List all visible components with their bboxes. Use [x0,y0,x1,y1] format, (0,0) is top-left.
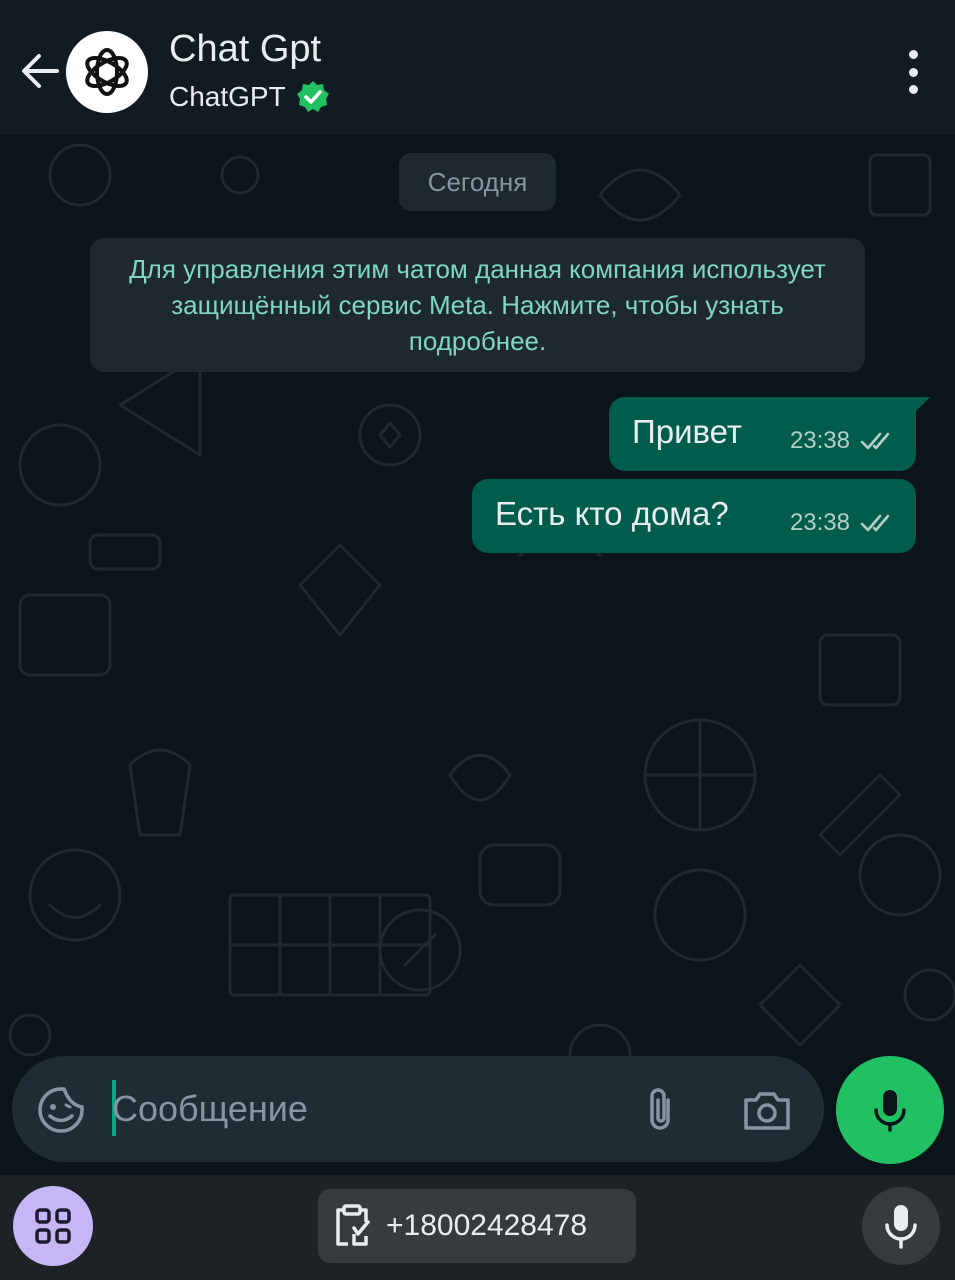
dot-icon [908,67,918,77]
keyboard-voice-button[interactable] [862,1187,940,1265]
message-time: 23:38 [789,509,850,536]
sticker-button[interactable] [36,1085,86,1135]
chat-title[interactable]: Chat Gpt [169,28,321,71]
avatar[interactable] [66,31,148,113]
message-text: Привет [632,413,743,450]
message-meta: 23:38 [790,427,896,455]
dot-icon [908,50,918,59]
microphone-icon [874,1090,906,1132]
more-options-button[interactable] [901,50,925,94]
message-input[interactable] [112,1078,612,1140]
message-time: 23:38 [789,427,850,454]
message-bubble[interactable]: Привет 23:38 [609,397,930,471]
keyboard-toolbar: +18002428478 [0,1175,955,1280]
double-check-icon [860,514,890,532]
message-meta: 23:38 [790,509,896,537]
message-text: Есть кто дома? [495,495,729,532]
subtitle-label: ChatGPT [169,81,286,112]
chat-header: Chat Gpt ChatGPT [0,0,955,135]
message-composer [12,1056,824,1162]
message-bubble[interactable]: Есть кто дома? 23:38 [472,479,916,553]
grid-apps-icon [35,1208,71,1244]
paperclip-icon [650,1088,670,1130]
chat-subtitle[interactable]: ChatGPT [169,80,330,114]
clipboard-icon [336,1204,370,1246]
chat-area[interactable]: Сегодня Для управления этим чатом данная… [0,135,955,1175]
verified-badge-icon [296,81,329,112]
camera-icon [744,1092,790,1130]
openai-logo-icon [85,48,129,96]
sticker-icon [38,1087,84,1133]
voice-record-button[interactable] [836,1056,944,1164]
system-notice[interactable]: Для управления этим чатом данная компани… [90,238,865,372]
date-separator: Сегодня [399,153,556,211]
system-notice-text: Для управления этим чатом данная компани… [129,254,826,356]
arrow-left-icon [22,54,59,88]
double-check-icon [860,432,890,450]
keyboard-apps-button[interactable] [13,1186,93,1266]
attach-button[interactable] [640,1086,680,1134]
camera-button[interactable] [742,1086,792,1134]
clipboard-suggestion[interactable]: +18002428478 [318,1189,636,1263]
back-button[interactable] [14,46,64,96]
dot-icon [908,85,918,94]
microphone-icon [885,1205,917,1249]
clipboard-text: +18002428478 [386,1209,588,1242]
